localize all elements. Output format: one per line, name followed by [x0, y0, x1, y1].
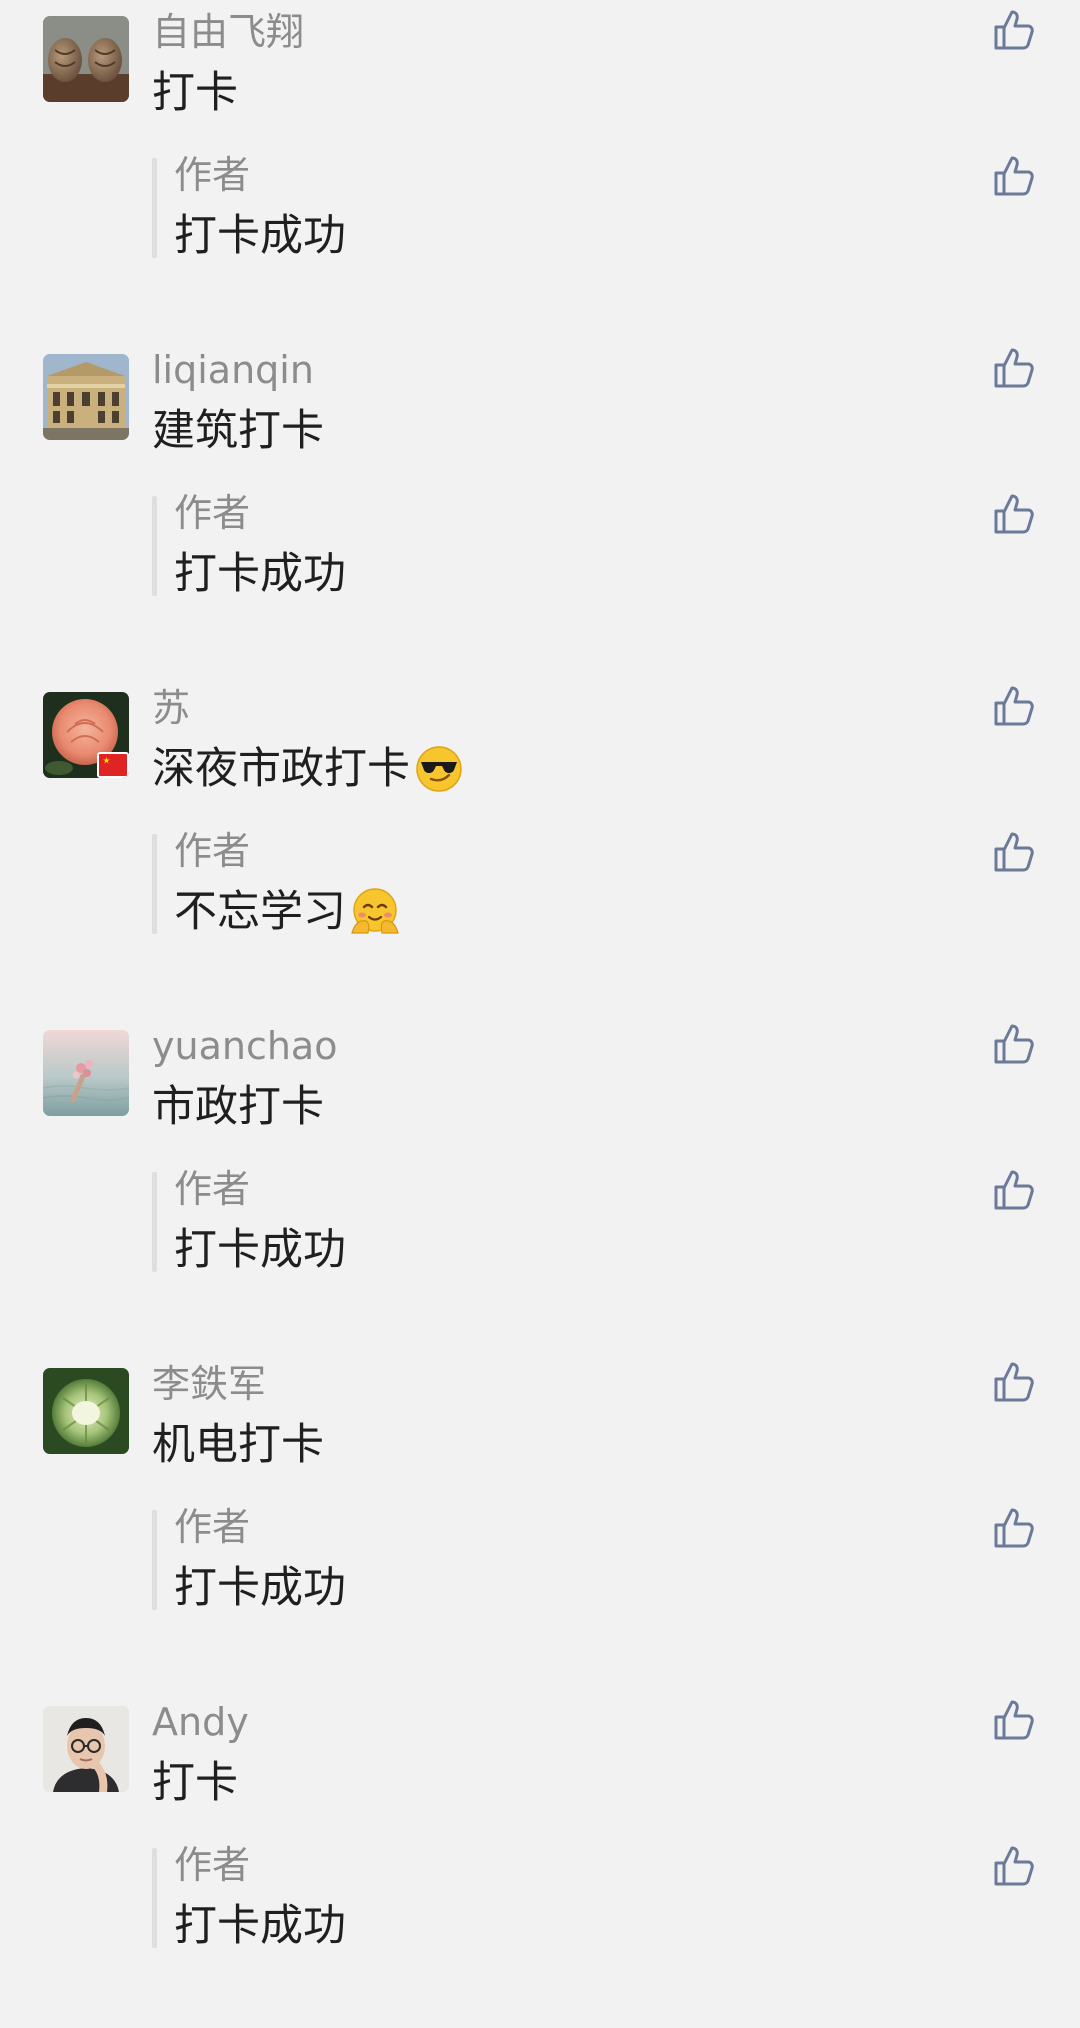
- reply-quote-bar: [152, 496, 157, 596]
- comment-list: 自由飞翔 打卡 作者 打卡成功 liqianqin 建筑打卡 作者 打卡成功 苏…: [0, 0, 1080, 2021]
- comment-item: liqianqin 建筑打卡 作者 打卡成功: [0, 338, 1080, 676]
- comment-item: 自由飞翔 打卡 作者 打卡成功: [0, 0, 1080, 338]
- reply-text: 打卡成功: [174, 549, 346, 599]
- username[interactable]: yuanchao: [152, 1022, 337, 1070]
- comment-item: Andy 打卡 作者 打卡成功: [0, 1690, 1080, 2028]
- like-button[interactable]: [990, 1020, 1038, 1068]
- like-button[interactable]: [990, 1696, 1038, 1744]
- reply-like-button[interactable]: [990, 1842, 1038, 1890]
- thumbs-up-icon: [994, 1846, 1034, 1886]
- avatar[interactable]: [43, 354, 129, 440]
- thumbs-up-icon: [994, 832, 1034, 872]
- reply-author: 作者: [174, 491, 251, 535]
- comment-item: yuanchao 市政打卡 作者 打卡成功: [0, 1014, 1080, 1352]
- avatar[interactable]: [43, 1030, 129, 1116]
- reply-author: 作者: [174, 1843, 251, 1887]
- reply-quote-bar: [152, 158, 157, 258]
- like-button[interactable]: [990, 344, 1038, 392]
- thumbs-up-icon: [994, 156, 1034, 196]
- reply-text: 打卡成功: [174, 211, 346, 261]
- username[interactable]: liqianqin: [152, 346, 314, 394]
- comment-text: 机电打卡: [152, 1420, 324, 1470]
- avatar[interactable]: [43, 16, 129, 102]
- thumbs-up-icon: [994, 1024, 1034, 1064]
- author-reply: 作者 打卡成功: [152, 1164, 852, 1276]
- hugging-face-emoji: [350, 887, 400, 937]
- reply-quote-bar: [152, 1848, 157, 1948]
- author-reply: 作者 打卡成功: [152, 150, 852, 262]
- like-button[interactable]: [990, 682, 1038, 730]
- reply-author: 作者: [174, 829, 251, 873]
- author-reply: 作者 打卡成功: [152, 1840, 852, 1952]
- username[interactable]: 自由飞翔: [152, 8, 304, 56]
- thumbs-up-icon: [994, 348, 1034, 388]
- like-button[interactable]: [990, 6, 1038, 54]
- reply-like-button[interactable]: [990, 1504, 1038, 1552]
- author-reply: 作者 打卡成功: [152, 1502, 852, 1614]
- reply-like-button[interactable]: [990, 1166, 1038, 1214]
- comment-item: 李鉄军 机电打卡 作者 打卡成功: [0, 1352, 1080, 1690]
- avatar[interactable]: [43, 1368, 129, 1454]
- reply-author: 作者: [174, 153, 251, 197]
- comment-text: 市政打卡: [152, 1082, 324, 1132]
- reply-quote-bar: [152, 1172, 157, 1272]
- username[interactable]: 李鉄军: [152, 1360, 266, 1408]
- reply-text: 打卡成功: [174, 1901, 346, 1951]
- comment-text-content: 深夜市政打卡: [152, 744, 410, 794]
- comment-text: 打卡: [152, 68, 238, 118]
- reply-text-content: 不忘学习: [174, 887, 346, 937]
- thumbs-up-icon: [994, 686, 1034, 726]
- avatar[interactable]: [43, 692, 129, 778]
- username[interactable]: Andy: [152, 1698, 249, 1746]
- reply-like-button[interactable]: [990, 490, 1038, 538]
- comment-text: 深夜市政打卡: [152, 742, 464, 796]
- reply-author: 作者: [174, 1505, 251, 1549]
- cabbage-photo-avatar: [43, 1368, 129, 1454]
- thumbs-up-icon: [994, 1508, 1034, 1548]
- thumbs-up-icon: [994, 10, 1034, 50]
- flowers-over-water-photo-avatar: [43, 1030, 129, 1116]
- china-flag-icon: [97, 752, 129, 778]
- avatar[interactable]: [43, 1706, 129, 1792]
- author-reply: 作者 不忘学习: [152, 826, 852, 938]
- reply-like-button[interactable]: [990, 152, 1038, 200]
- comment-item: 苏 深夜市政打卡 作者 不忘学习: [0, 676, 1080, 1014]
- thumbs-up-icon: [994, 1170, 1034, 1210]
- username[interactable]: 苏: [152, 684, 190, 732]
- reply-text: 不忘学习: [174, 885, 400, 939]
- man-with-glasses-photo-avatar: [43, 1706, 129, 1792]
- like-button[interactable]: [990, 1358, 1038, 1406]
- reply-quote-bar: [152, 834, 157, 934]
- sunglasses-smile-emoji: [414, 744, 464, 794]
- reply-text: 打卡成功: [174, 1225, 346, 1275]
- thumbs-up-icon: [994, 1362, 1034, 1402]
- building-photo-avatar: [43, 354, 129, 440]
- thumbs-up-icon: [994, 494, 1034, 534]
- reply-like-button[interactable]: [990, 828, 1038, 876]
- comment-text: 建筑打卡: [152, 406, 324, 456]
- reply-quote-bar: [152, 1510, 157, 1610]
- walnuts-photo-avatar: [43, 16, 129, 102]
- reply-text: 打卡成功: [174, 1563, 346, 1613]
- reply-author: 作者: [174, 1167, 251, 1211]
- thumbs-up-icon: [994, 1700, 1034, 1740]
- comment-text: 打卡: [152, 1758, 238, 1808]
- author-reply: 作者 打卡成功: [152, 488, 852, 600]
